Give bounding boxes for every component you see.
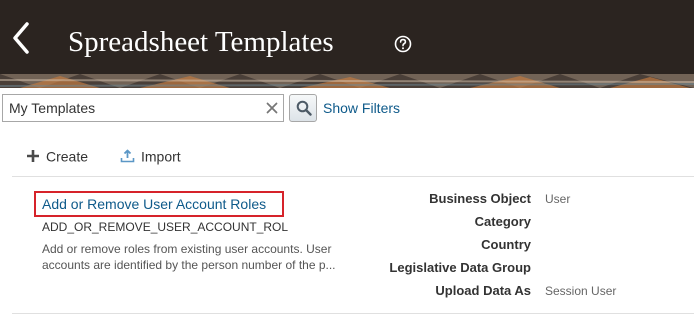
upload-data-as-value: Session User bbox=[545, 284, 617, 298]
back-icon[interactable] bbox=[8, 18, 36, 58]
create-button[interactable]: Create bbox=[26, 145, 88, 165]
upload-data-as-label: Upload Data As bbox=[435, 283, 531, 298]
legislative-data-group-label: Legislative Data Group bbox=[389, 260, 531, 275]
clear-icon[interactable] bbox=[266, 102, 278, 114]
description-line: Add or remove roles from existing user a… bbox=[42, 242, 332, 256]
plus-icon bbox=[27, 150, 39, 163]
import-button[interactable]: Import bbox=[120, 145, 181, 165]
search-icon bbox=[296, 100, 312, 116]
template-description: Add or remove roles from existing user a… bbox=[42, 241, 352, 273]
upload-icon bbox=[120, 149, 135, 163]
list-divider bbox=[12, 313, 694, 314]
help-icon[interactable] bbox=[394, 35, 412, 53]
search-field bbox=[2, 94, 284, 122]
business-object-label: Business Object bbox=[429, 191, 531, 206]
business-object-value: User bbox=[545, 192, 571, 206]
search-input[interactable] bbox=[9, 95, 259, 121]
country-label: Country bbox=[481, 237, 531, 252]
template-name-link[interactable]: Add or Remove User Account Roles bbox=[34, 191, 284, 217]
create-label: Create bbox=[46, 148, 89, 165]
page-header: Spreadsheet Templates bbox=[0, 0, 694, 88]
description-line: accounts are identified by the person nu… bbox=[42, 258, 336, 272]
list-divider bbox=[12, 176, 694, 177]
import-label: Import bbox=[141, 148, 181, 165]
show-filters-link[interactable]: Show Filters bbox=[323, 100, 400, 116]
category-label: Category bbox=[474, 214, 531, 229]
page-title: Spreadsheet Templates bbox=[68, 26, 334, 58]
search-button[interactable] bbox=[289, 94, 317, 122]
template-code: ADD_OR_REMOVE_USER_ACCOUNT_ROL bbox=[42, 220, 289, 234]
